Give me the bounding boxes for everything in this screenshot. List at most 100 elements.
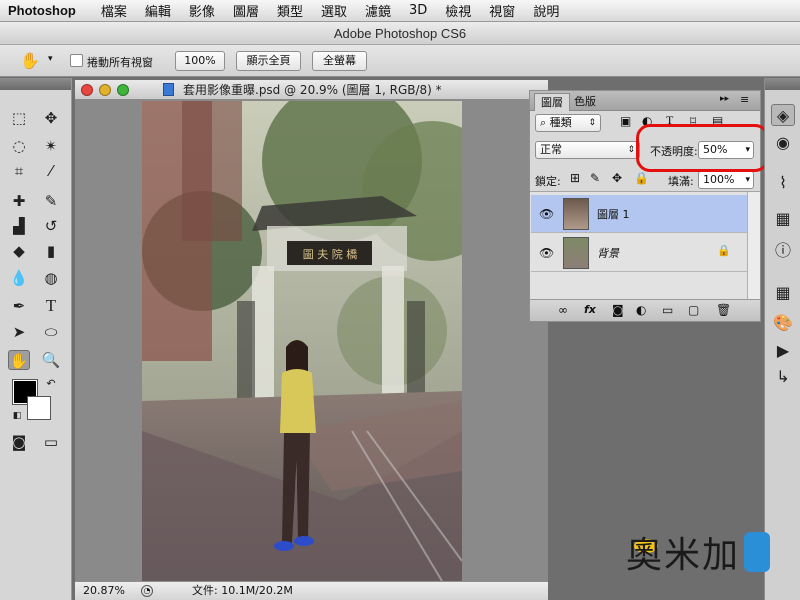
- gradient-icon[interactable]: ▮: [40, 241, 62, 261]
- menu-edit[interactable]: 編輯: [136, 1, 180, 20]
- history-panel-icon[interactable]: ↳: [771, 366, 795, 388]
- app-menu[interactable]: Photoshop: [0, 3, 92, 18]
- default-colors-icon[interactable]: ◧: [6, 406, 28, 426]
- link-icon[interactable]: ∞: [558, 303, 568, 317]
- menu-image[interactable]: 影像: [180, 1, 224, 20]
- dodge-icon[interactable]: ◍: [40, 268, 62, 288]
- adjustment-icon[interactable]: ◐: [636, 303, 646, 317]
- full-screen-button[interactable]: 全螢幕: [312, 51, 367, 71]
- menu-3d[interactable]: 3D: [400, 3, 436, 18]
- status-info-icon[interactable]: ◔: [141, 585, 153, 597]
- healing-brush-icon[interactable]: ✚: [8, 191, 30, 211]
- lock-transparent-icon[interactable]: ⊞: [570, 171, 580, 185]
- tools-panel-header[interactable]: [0, 78, 71, 90]
- path-selection-icon[interactable]: ➤: [8, 322, 30, 342]
- info-icon[interactable]: ⓘ: [771, 240, 795, 262]
- layers-scrollbar[interactable]: [747, 192, 760, 300]
- menu-help[interactable]: 說明: [524, 1, 568, 20]
- menu-file[interactable]: 檔案: [92, 1, 136, 20]
- layer-row[interactable]: 👁 圖層 1: [531, 195, 747, 233]
- pen-icon[interactable]: ✒: [8, 296, 30, 316]
- lasso-icon[interactable]: ◌: [8, 136, 30, 156]
- tools-panel: ⬚ ✥ ◌ ✴ ⌗ ⁄ ✚ ✎ ▟ ↺ ◆ ▮ 💧 ◍ ✒ T ➤ ⬭ ✋ 🔍 …: [0, 78, 72, 600]
- lock-all-icon[interactable]: 🔒: [634, 171, 649, 185]
- clone-stamp-icon[interactable]: ▟: [8, 216, 30, 236]
- history-brush-icon[interactable]: ↺: [40, 216, 62, 236]
- eye-icon[interactable]: 👁: [539, 246, 554, 260]
- layers-panel-icon[interactable]: ◈: [771, 104, 795, 126]
- type-icon[interactable]: T: [40, 296, 62, 316]
- document-size: 文件: 10.1M/20.2M: [192, 584, 293, 597]
- tab-channels[interactable]: 色版: [568, 93, 602, 111]
- layer-row[interactable]: 👁 背景 🔒: [531, 234, 747, 272]
- menu-view[interactable]: 檢視: [436, 1, 480, 20]
- move-icon[interactable]: ✥: [40, 108, 62, 128]
- trash-icon[interactable]: 🗑: [716, 303, 731, 317]
- document-title-bar: 套用影像重曝.psd @ 20.9% (圖層 1, RGB/8) *: [75, 80, 548, 100]
- menu-select[interactable]: 選取: [312, 1, 356, 20]
- fit-screen-button[interactable]: 顯示全頁: [236, 51, 301, 71]
- properties-panel-icon[interactable]: ▦: [771, 208, 795, 230]
- collapse-panel-icon[interactable]: ▸▸: [720, 94, 729, 104]
- layer-thumbnail: [563, 198, 589, 230]
- eyedropper-icon[interactable]: ⁄: [40, 161, 62, 181]
- zoom-icon[interactable]: 🔍: [40, 350, 62, 370]
- layer-filter-select[interactable]: ⌕ 種類 ⇕: [535, 114, 601, 132]
- chevron-down-icon[interactable]: ▾: [48, 54, 53, 64]
- layer-name[interactable]: 圖層 1: [597, 206, 630, 222]
- scroll-all-checkbox[interactable]: [70, 54, 83, 67]
- blend-mode-select[interactable]: 正常 ⇕: [535, 141, 640, 159]
- document-window: 套用影像重曝.psd @ 20.9% (圖層 1, RGB/8) * 圖 夫 院…: [75, 80, 548, 600]
- actions-panel-icon[interactable]: ▶: [771, 340, 795, 362]
- layers-panel-footer: ∞ fx ◙ ◐ ▭ ▢ 🗑: [530, 299, 760, 321]
- fx-icon[interactable]: fx: [584, 303, 596, 316]
- fill-value: 100%: [703, 173, 735, 186]
- magic-wand-icon[interactable]: ✴: [40, 136, 62, 156]
- updown-icon: ⇕: [627, 145, 635, 155]
- channels-panel-icon[interactable]: ◉: [771, 132, 795, 154]
- marquee-icon[interactable]: ⬚: [8, 108, 30, 128]
- dock-header[interactable]: [765, 78, 800, 90]
- layers-panel-tabs: 圖層 色版 ▸▸ ≡: [530, 91, 760, 111]
- eye-icon[interactable]: 👁: [539, 207, 554, 221]
- folder-icon[interactable]: ▭: [662, 303, 673, 317]
- crop-icon[interactable]: ⌗: [8, 161, 30, 181]
- lock-icon: 🔒: [717, 244, 731, 257]
- quick-mask-icon[interactable]: ◙: [8, 432, 30, 452]
- menu-layer[interactable]: 圖層: [224, 1, 268, 20]
- zoom-level[interactable]: 20.87%: [83, 582, 125, 600]
- layers-list: 👁 圖層 1 👁 背景 🔒: [530, 191, 760, 300]
- paths-panel-icon[interactable]: ⌇: [771, 172, 795, 194]
- fill-input[interactable]: 100% ▾: [698, 171, 754, 189]
- background-color-swatch[interactable]: [27, 396, 51, 420]
- panel-menu-icon[interactable]: ≡: [740, 93, 749, 106]
- minimize-icon[interactable]: [99, 84, 111, 96]
- canvas-image[interactable]: 圖 夫 院 橋: [142, 101, 462, 581]
- lock-label: 鎖定:: [535, 175, 561, 188]
- eraser-icon[interactable]: ◆: [8, 241, 30, 261]
- new-layer-icon[interactable]: ▢: [688, 303, 699, 317]
- color-panel-icon[interactable]: 🎨: [771, 312, 795, 334]
- ellipse-icon[interactable]: ⬭: [40, 322, 62, 342]
- swatches-panel-icon[interactable]: ▦: [771, 282, 795, 304]
- lock-position-icon[interactable]: ✥: [612, 171, 622, 185]
- menu-filter[interactable]: 濾鏡: [356, 1, 400, 20]
- mask-icon[interactable]: ◙: [612, 303, 624, 317]
- layer-name[interactable]: 背景: [597, 245, 619, 261]
- hand-icon[interactable]: ✋: [20, 51, 40, 70]
- zoom-window-icon[interactable]: [117, 84, 129, 96]
- layer-thumbnail: [563, 237, 589, 269]
- menu-window[interactable]: 視窗: [480, 1, 524, 20]
- hand-tool-icon[interactable]: ✋: [8, 350, 30, 370]
- swap-colors-icon[interactable]: ↶: [40, 374, 62, 394]
- menu-type[interactable]: 類型: [268, 1, 312, 20]
- screen-mode-icon[interactable]: ▭: [40, 432, 62, 452]
- tab-layers[interactable]: 圖層: [534, 93, 570, 111]
- close-icon[interactable]: [81, 84, 93, 96]
- lock-pixels-icon[interactable]: ✎: [590, 171, 600, 185]
- filter-pixel-icon[interactable]: ▣: [620, 114, 631, 128]
- zoom-100-button[interactable]: 100%: [175, 51, 225, 71]
- blur-icon[interactable]: 💧: [8, 268, 30, 288]
- brush-icon[interactable]: ✎: [40, 191, 62, 211]
- chevron-down-icon[interactable]: ▾: [745, 172, 750, 188]
